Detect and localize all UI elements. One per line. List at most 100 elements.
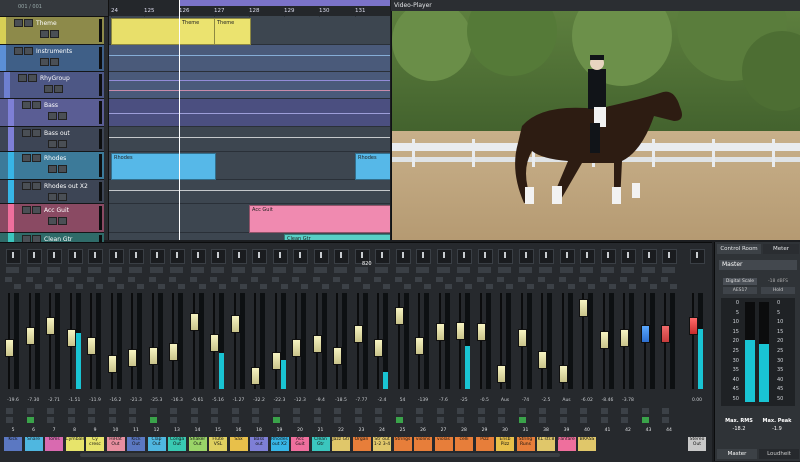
track-record-button[interactable] bbox=[48, 217, 57, 225]
mute-button[interactable] bbox=[75, 284, 83, 289]
insert-button[interactable] bbox=[559, 408, 567, 414]
mute-button[interactable] bbox=[137, 284, 144, 289]
track-record-button[interactable] bbox=[48, 112, 57, 120]
monitor-button[interactable] bbox=[334, 417, 341, 423]
pan-control[interactable] bbox=[580, 267, 593, 273]
read-button[interactable] bbox=[374, 277, 381, 282]
track-record-button[interactable] bbox=[40, 30, 49, 38]
volume-fader[interactable] bbox=[476, 322, 486, 341]
volume-fader[interactable] bbox=[517, 329, 527, 347]
arrange-lane[interactable] bbox=[109, 127, 390, 152]
insert-button[interactable] bbox=[621, 408, 628, 414]
mute-button[interactable] bbox=[670, 284, 677, 289]
channel-name[interactable]: Bass out bbox=[250, 437, 268, 451]
insert-button[interactable] bbox=[416, 408, 423, 414]
channel-input-button[interactable] bbox=[190, 249, 206, 264]
volume-fader[interactable] bbox=[558, 365, 568, 383]
channel-input-button[interactable] bbox=[129, 249, 144, 264]
track-record-button[interactable] bbox=[48, 193, 57, 201]
pan-control[interactable] bbox=[293, 267, 306, 273]
channel-name[interactable]: KL str.8 bbox=[537, 437, 555, 451]
volume-fader[interactable] bbox=[620, 329, 629, 347]
loop-range[interactable] bbox=[179, 0, 390, 6]
monitor-button[interactable] bbox=[477, 417, 485, 423]
event-clip[interactable]: Rhodes bbox=[355, 153, 390, 180]
mute-button[interactable] bbox=[301, 284, 308, 289]
read-button[interactable] bbox=[87, 277, 94, 282]
pan-control[interactable] bbox=[354, 267, 368, 273]
mute-button[interactable] bbox=[198, 284, 206, 289]
monitor-button[interactable] bbox=[149, 417, 157, 423]
volume-fader[interactable] bbox=[435, 323, 445, 342]
mute-button[interactable] bbox=[321, 284, 329, 289]
pan-control[interactable] bbox=[231, 267, 245, 273]
insert-button[interactable] bbox=[108, 408, 116, 414]
track-record-button[interactable] bbox=[48, 140, 57, 148]
channel-name[interactable] bbox=[640, 437, 658, 451]
channel-name[interactable]: Fanfare bbox=[557, 437, 576, 451]
insert-button[interactable] bbox=[375, 408, 382, 414]
mute-button[interactable] bbox=[280, 284, 288, 289]
monitor-button[interactable] bbox=[231, 417, 239, 423]
volume-fader[interactable] bbox=[374, 338, 383, 357]
read-button[interactable] bbox=[476, 277, 484, 282]
track-row[interactable]: RhyGroup bbox=[0, 72, 104, 99]
insert-button[interactable] bbox=[436, 408, 444, 414]
read-button[interactable] bbox=[25, 277, 33, 282]
channel-name[interactable] bbox=[619, 437, 637, 451]
volume-fader[interactable] bbox=[353, 325, 363, 343]
channel-input-button[interactable] bbox=[662, 249, 677, 264]
track-monitor-button[interactable] bbox=[50, 30, 59, 38]
monitor-button[interactable] bbox=[47, 417, 54, 423]
track-row[interactable]: Bass out bbox=[0, 127, 104, 152]
track-row[interactable]: Rhodes out X2 bbox=[0, 180, 104, 204]
volume-fader[interactable] bbox=[169, 343, 178, 362]
insert-button[interactable] bbox=[518, 408, 526, 414]
read-button[interactable] bbox=[66, 277, 74, 282]
volume-fader[interactable] bbox=[640, 325, 650, 343]
track-solo-button[interactable] bbox=[32, 101, 41, 109]
pan-control[interactable] bbox=[67, 267, 81, 273]
insert-button[interactable] bbox=[272, 408, 280, 414]
track-mute-button[interactable] bbox=[22, 182, 31, 190]
monitor-button[interactable] bbox=[375, 417, 382, 423]
channel-input-button[interactable] bbox=[580, 249, 595, 264]
arrange-lane[interactable] bbox=[109, 72, 390, 99]
pan-control[interactable] bbox=[518, 267, 532, 273]
channel-input-button[interactable] bbox=[395, 249, 411, 264]
insert-button[interactable] bbox=[231, 408, 239, 414]
channel-name[interactable]: Snare bbox=[24, 437, 43, 451]
channel-input-button[interactable] bbox=[498, 249, 513, 264]
project-cursor[interactable] bbox=[179, 0, 180, 240]
channel-input-button[interactable] bbox=[621, 249, 636, 264]
monitor-button[interactable] bbox=[354, 417, 362, 423]
insert-button[interactable] bbox=[67, 408, 75, 414]
channel-input-button[interactable] bbox=[457, 249, 472, 264]
monitor-button[interactable] bbox=[416, 417, 423, 423]
channel-name[interactable]: BRASS bbox=[578, 437, 596, 451]
monitor-button[interactable] bbox=[641, 417, 649, 423]
read-button[interactable] bbox=[620, 277, 627, 282]
channel-input-button[interactable] bbox=[6, 249, 21, 264]
monitor-button[interactable] bbox=[559, 417, 567, 423]
monitor-button[interactable] bbox=[170, 417, 177, 423]
insert-button[interactable] bbox=[641, 408, 649, 414]
track-mute-button[interactable] bbox=[18, 74, 27, 82]
arrange-lane[interactable] bbox=[109, 45, 390, 72]
channel-name[interactable]: Kick bbox=[4, 437, 22, 451]
event-clip[interactable]: Acc Guit bbox=[249, 205, 390, 233]
track-monitor-button[interactable] bbox=[58, 140, 67, 148]
pan-control[interactable] bbox=[498, 267, 511, 273]
channel-input-button[interactable] bbox=[641, 249, 657, 264]
insert-button[interactable] bbox=[539, 408, 546, 414]
volume-fader[interactable] bbox=[661, 325, 670, 343]
track-monitor-button[interactable] bbox=[54, 85, 63, 93]
channel-name[interactable]: Toms bbox=[45, 437, 63, 451]
channel-input-button[interactable] bbox=[108, 249, 124, 264]
track-solo-button[interactable] bbox=[24, 19, 33, 27]
read-button[interactable] bbox=[538, 277, 545, 282]
monitor-button[interactable] bbox=[67, 417, 75, 423]
monitor-button[interactable] bbox=[26, 417, 34, 423]
monitor-button[interactable] bbox=[600, 417, 608, 423]
read-button[interactable] bbox=[599, 277, 607, 282]
